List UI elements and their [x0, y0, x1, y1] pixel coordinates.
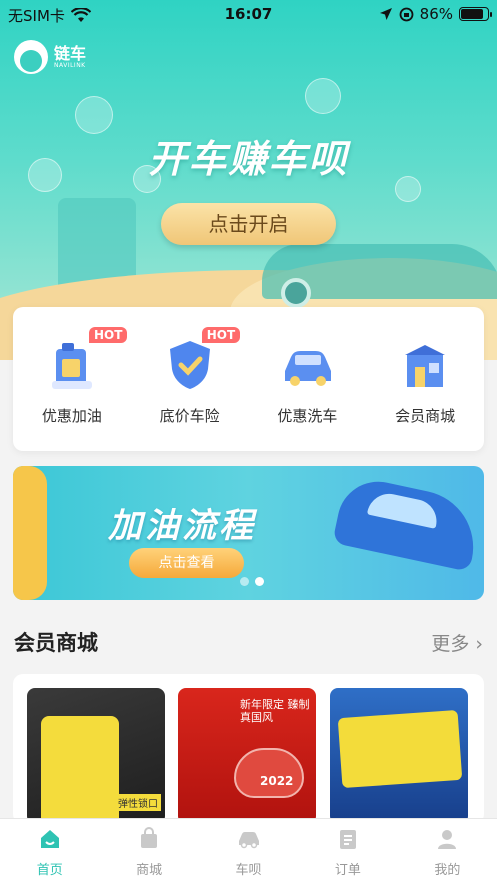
shield-check-icon — [169, 341, 210, 389]
tab-label: 我的 — [434, 863, 461, 878]
tab-bar: 首页 商城 车呗 订单 我的 — [0, 818, 497, 883]
product-number: 2022 — [260, 774, 294, 788]
service-item-store[interactable]: 会员商城 — [366, 307, 484, 451]
tab-label: 订单 — [334, 863, 361, 878]
service-item-insurance[interactable]: HOT 底价车险 — [131, 307, 249, 451]
tab-car[interactable]: 车呗 — [199, 819, 298, 883]
car-wash-icon — [285, 351, 332, 386]
tab-label: 商城 — [136, 863, 163, 878]
user-icon — [438, 830, 457, 849]
hero-slogan: 开车赚车呗 — [148, 137, 349, 181]
promo-banner[interactable]: 加油流程 点击查看 — [13, 466, 484, 600]
battery-icon — [459, 7, 492, 21]
product-card[interactable]: 弹性锁口 — [27, 688, 165, 824]
app-logo: 链车 NAVILINK — [14, 40, 86, 74]
more-label: 更多 — [431, 633, 470, 655]
shopping-bag-icon — [141, 827, 158, 848]
carousel-dot[interactable] — [240, 577, 249, 586]
tab-mall[interactable]: 商城 — [99, 819, 198, 883]
tab-label: 车呗 — [235, 863, 262, 878]
banner-side-decoration — [13, 466, 47, 600]
service-label: 底价车险 — [159, 407, 220, 425]
home-icon — [40, 830, 59, 848]
product-card[interactable] — [330, 688, 468, 824]
hot-badge: HOT — [89, 327, 128, 343]
service-label: 优惠洗车 — [277, 407, 338, 425]
fuel-can-icon — [51, 343, 92, 389]
product-tag: 弹性锁口 — [115, 794, 161, 811]
status-bar: 无SIM卡 16:07 86% — [0, 0, 497, 28]
battery-fill — [461, 9, 484, 19]
more-link[interactable]: 更多 › — [431, 629, 483, 656]
bubble-decoration — [305, 78, 341, 114]
location-arrow-icon — [379, 8, 392, 20]
tab-profile[interactable]: 我的 — [398, 819, 497, 883]
hero-banner: 链车 NAVILINK 开车赚车呗 点击开启 — [0, 0, 497, 360]
product-image-trash-bag — [41, 716, 119, 824]
tab-orders[interactable]: 订单 — [298, 819, 397, 883]
logo-mark-icon — [14, 40, 48, 74]
banner-title: 加油流程 — [108, 506, 256, 546]
carousel-indicator — [240, 577, 264, 586]
product-image-towel — [337, 709, 463, 789]
service-label: 优惠加油 — [41, 407, 102, 425]
carousel-dot-active[interactable] — [255, 577, 264, 586]
product-overlay-text: 新年限定 臻制真国风 — [240, 698, 310, 724]
tab-home[interactable]: 首页 — [0, 819, 99, 883]
tab-label: 首页 — [36, 863, 63, 878]
app-subtitle: NAVILINK — [54, 61, 86, 69]
service-item-fuel[interactable]: HOT 优惠加油 — [13, 307, 131, 451]
car-illustration — [332, 474, 484, 572]
wheel-illustration — [281, 278, 311, 308]
app-name: 链车 — [54, 43, 87, 63]
battery-percent: 86% — [419, 5, 453, 23]
product-image-mask — [234, 748, 304, 798]
service-label: 会员商城 — [395, 407, 456, 425]
product-card[interactable]: 新年限定 臻制真国风 2022 — [178, 688, 316, 824]
chevron-right-icon: › — [475, 633, 483, 655]
rotation-lock-icon — [399, 7, 414, 21]
order-list-icon — [339, 830, 356, 849]
banner-view-button[interactable]: 点击查看 — [129, 548, 244, 578]
product-list: 弹性锁口 新年限定 臻制真国风 2022 — [13, 674, 484, 824]
car-icon — [238, 832, 259, 849]
service-grid: HOT 优惠加油 HOT 底价车险 优惠洗车 会员商城 — [13, 307, 484, 451]
store-icon — [405, 345, 446, 387]
service-item-car-wash[interactable]: 优惠洗车 — [249, 307, 367, 451]
section-title: 会员商城 — [14, 631, 98, 655]
hot-badge: HOT — [201, 327, 241, 343]
start-button[interactable]: 点击开启 — [161, 203, 336, 245]
